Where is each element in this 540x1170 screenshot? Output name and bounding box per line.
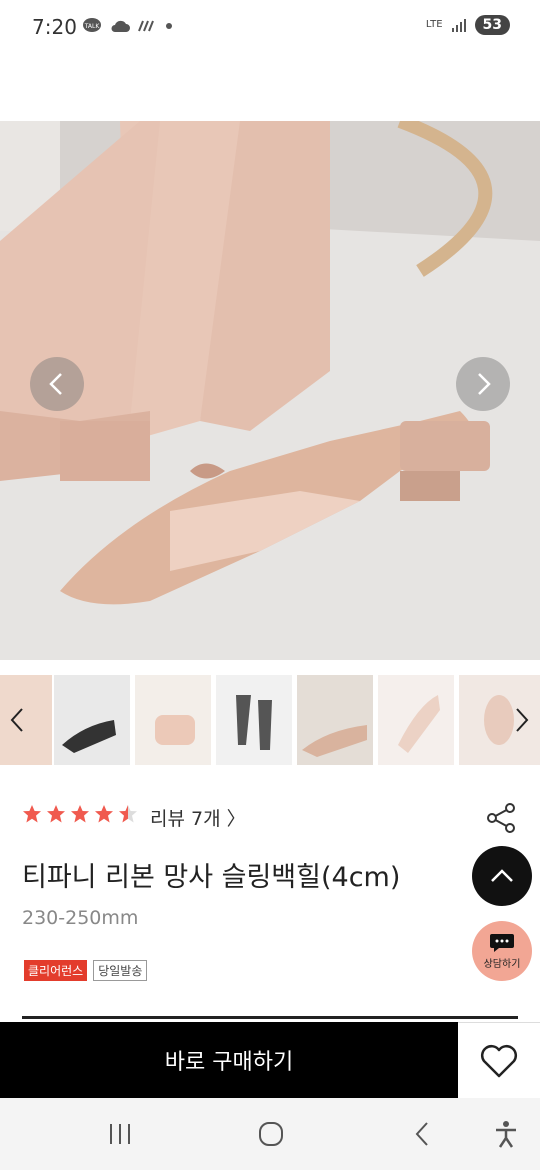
system-nav-bar [0,1098,540,1170]
dot-icon [166,23,172,29]
back-button[interactable] [406,1118,438,1150]
home-icon [259,1122,283,1146]
home-button[interactable] [255,1118,287,1150]
thumbnail-shoe-image [302,725,367,757]
chevron-right-icon [516,708,529,732]
status-time: 7:20 [32,15,77,39]
status-bar: 7:20 TALK LTE 53 [0,0,540,56]
badge-group: 클리어런스 당일발송 [24,960,148,981]
star-half-icon [119,805,137,823]
chat-consult-button[interactable]: 상담하기 [472,921,532,981]
product-title: 티파니 리본 망사 슬링백힐(4cm) [22,862,401,893]
section-divider [22,1016,518,1019]
thumbnail-shoe-image [62,720,116,753]
chat-bubble-icon [490,933,514,952]
badge-clearance: 클리어런스 [24,960,88,981]
share-icon [487,803,515,833]
thumbnail-4[interactable] [216,675,292,765]
thumbnail-shoe-image [155,715,195,745]
thumbnail-shoe-image [236,695,272,750]
network-type: LTE [425,19,443,30]
badge-same-day: 당일발송 [93,960,148,981]
thumbnail-5[interactable] [297,675,373,765]
signal-dots-icon [138,20,154,32]
cell-signal-icon [451,19,466,32]
svg-text:TALK: TALK [84,23,101,30]
thumbnail-shoe-image [398,695,440,753]
back-icon [415,1122,428,1146]
share-button[interactable] [484,800,520,836]
gallery-prev-button[interactable] [30,357,84,411]
cloud-icon [111,20,130,32]
chevron-up-icon [491,869,513,882]
chevron-right-icon [478,373,491,395]
star-full-icon [71,805,89,823]
buy-now-button[interactable]: 바로 구매하기 [0,1022,458,1098]
star-full-icon [23,805,41,823]
star-full-icon [47,805,65,823]
thumbnail-next-button[interactable] [506,705,536,735]
product-main-image[interactable] [0,121,540,660]
recent-apps-icon [110,1124,130,1144]
star-rating [22,804,138,824]
thumbnail-2[interactable] [54,675,130,765]
chevron-left-icon [10,708,23,732]
battery-level: 53 [474,15,510,35]
thumbnail-strip [0,675,540,765]
review-link[interactable]: 리뷰 7개 〉 [150,804,246,831]
star-full-icon [95,805,113,823]
heart-icon [481,1045,517,1078]
status-left-icons: TALK [82,17,174,35]
gallery-next-button[interactable] [456,357,510,411]
talk-icon: TALK [83,18,101,32]
status-right-icons: LTE 53 [426,15,510,35]
chat-label: 상담하기 [483,958,521,970]
thumbnail-3[interactable] [135,675,211,765]
scroll-top-button[interactable] [472,846,532,906]
accessibility-icon [496,1121,516,1148]
thumbnail-6[interactable] [378,675,454,765]
wishlist-button[interactable] [458,1022,540,1099]
size-range: 230-250mm [22,907,139,929]
chevron-left-icon [49,373,62,395]
thumbnail-prev-button[interactable] [3,705,33,735]
recent-apps-button[interactable] [104,1118,136,1150]
accessibility-button[interactable] [490,1118,522,1150]
